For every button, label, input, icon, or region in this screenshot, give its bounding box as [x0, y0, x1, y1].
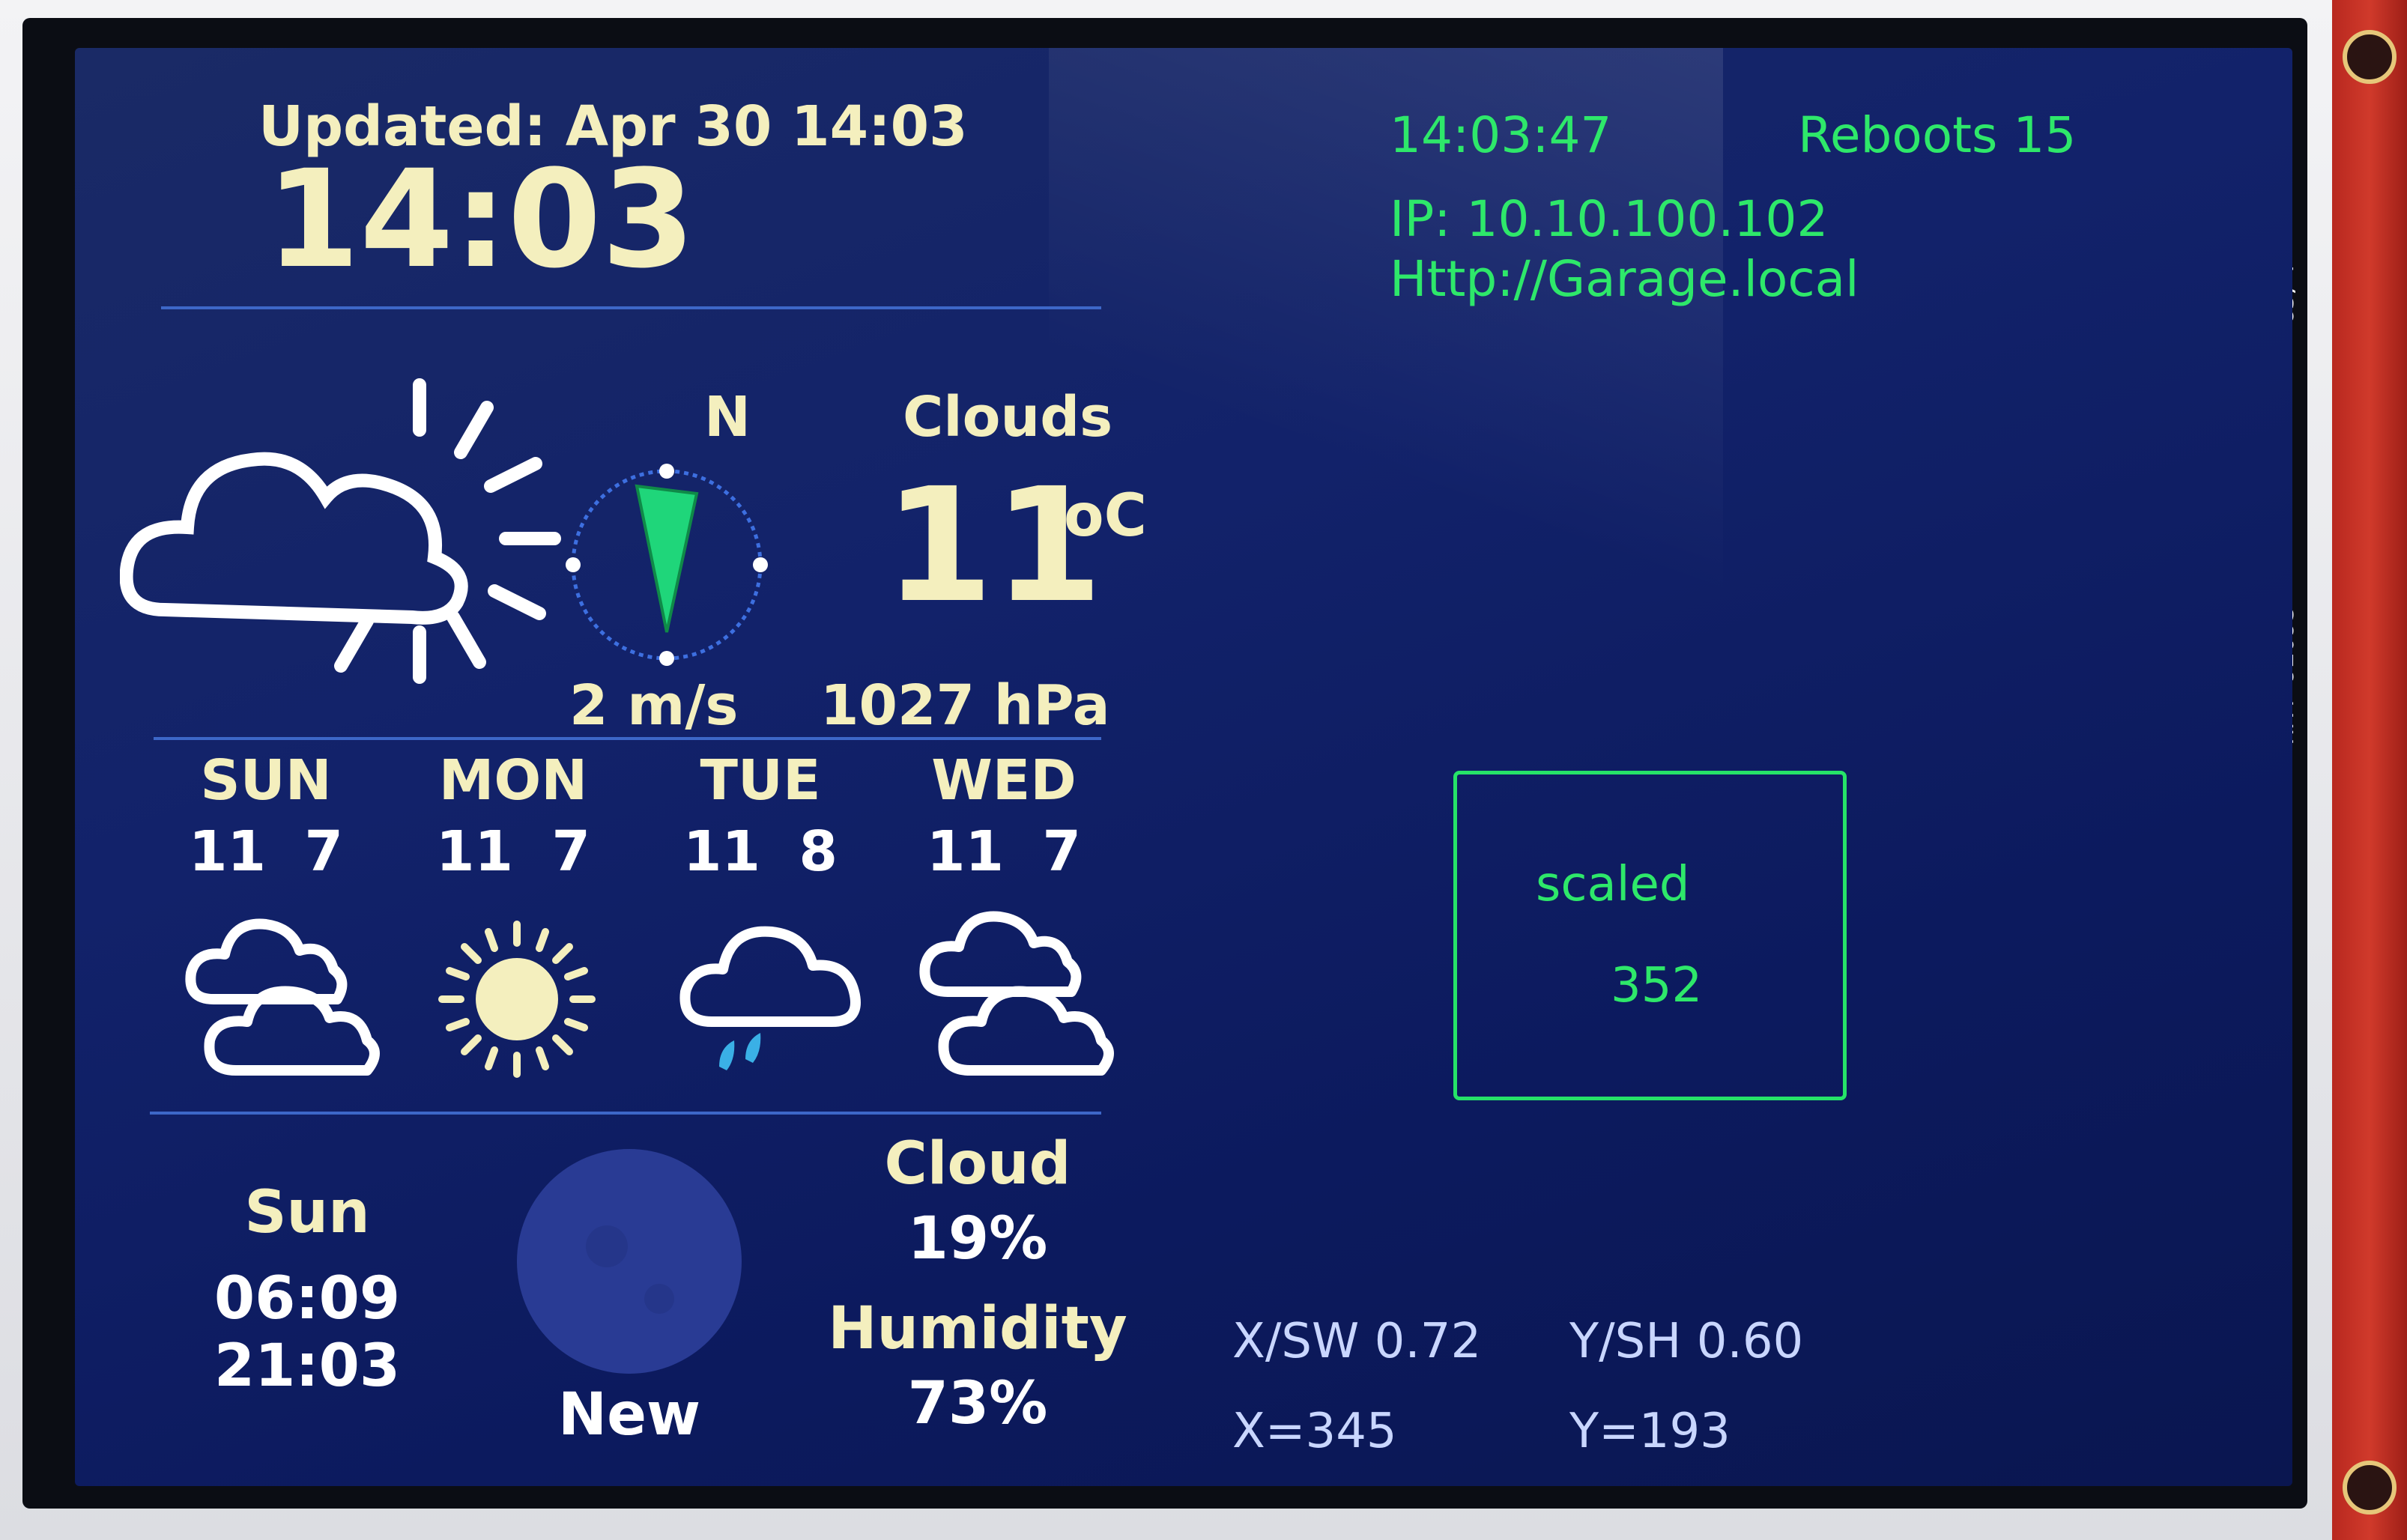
forecast-temps: 11 7 — [436, 819, 590, 884]
condition-label: Clouds — [903, 385, 1113, 449]
wind-speed: 2 m/s — [569, 673, 739, 738]
cloud-label: Cloud — [884, 1130, 1071, 1198]
x-coordinate: X=345 — [1232, 1404, 1397, 1459]
mount-hole — [2343, 30, 2397, 84]
cloudy-icon — [185, 918, 380, 1076]
y-coordinate: Y=193 — [1569, 1404, 1731, 1459]
forecast-temps: 11 7 — [189, 819, 343, 884]
tft-screen[interactable]: Updated: Apr 30 14:03 14:03 14:03:47 Reb… — [75, 48, 2292, 1486]
forecast-day: TUE — [700, 748, 821, 813]
moon-phase-label: New — [557, 1381, 701, 1449]
x-scale-readout: X/SW 0.72 — [1232, 1314, 1482, 1369]
sunset-time: 21:03 — [214, 1333, 401, 1400]
cloudy-icon — [919, 911, 1114, 1076]
main-time: 14:03 — [266, 142, 695, 298]
wind-compass-icon — [566, 464, 768, 666]
cloud-value: 19% — [907, 1205, 1048, 1273]
rain-icon — [679, 926, 861, 1070]
scaled-touch-box[interactable]: scaled 352 — [1453, 771, 1847, 1100]
forecast-day: SUN — [200, 748, 332, 813]
display-bezel: G5/4 HR4 9209S Updated: Apr 30 14:03 14:… — [22, 18, 2307, 1509]
scaled-label: scaled — [1536, 857, 1690, 912]
pcb-edge — [2332, 0, 2407, 1540]
forecast-day: WED — [931, 748, 1077, 813]
scaled-value: 352 — [1611, 958, 1703, 1013]
divider — [161, 306, 1101, 309]
divider — [154, 737, 1101, 740]
humidity-label: Humidity — [828, 1295, 1127, 1362]
screen-glare — [1049, 48, 1723, 722]
divider — [150, 1112, 1101, 1115]
ip-address: IP: 10.10.100.102 — [1390, 190, 1829, 248]
wind-direction: N — [704, 385, 751, 449]
forecast-day: MON — [438, 748, 588, 813]
clock-readout: 14:03:47 — [1390, 106, 1612, 164]
day-label: Sun — [244, 1179, 370, 1246]
forecast-temps: 11 7 — [927, 819, 1081, 884]
sunny-icon — [438, 921, 596, 1078]
partly-cloudy-icon — [120, 378, 561, 684]
pressure: 1027 hPa — [820, 673, 1110, 738]
sunrise-time: 06:09 — [214, 1265, 401, 1333]
mount-hole — [2343, 1461, 2397, 1515]
reboots-counter: Reboots 15 — [1798, 106, 2077, 164]
humidity-value: 73% — [907, 1370, 1048, 1437]
device-frame: G5/4 HR4 9209S Updated: Apr 30 14:03 14:… — [0, 0, 2407, 1540]
temp-unit: oC — [1064, 482, 1147, 550]
y-scale-readout: Y/SH 0.60 — [1569, 1314, 1804, 1369]
device-url: Http://Garage.local — [1390, 250, 1859, 308]
forecast-temps: 11 8 — [683, 819, 838, 884]
moon-phase-icon — [517, 1149, 742, 1374]
